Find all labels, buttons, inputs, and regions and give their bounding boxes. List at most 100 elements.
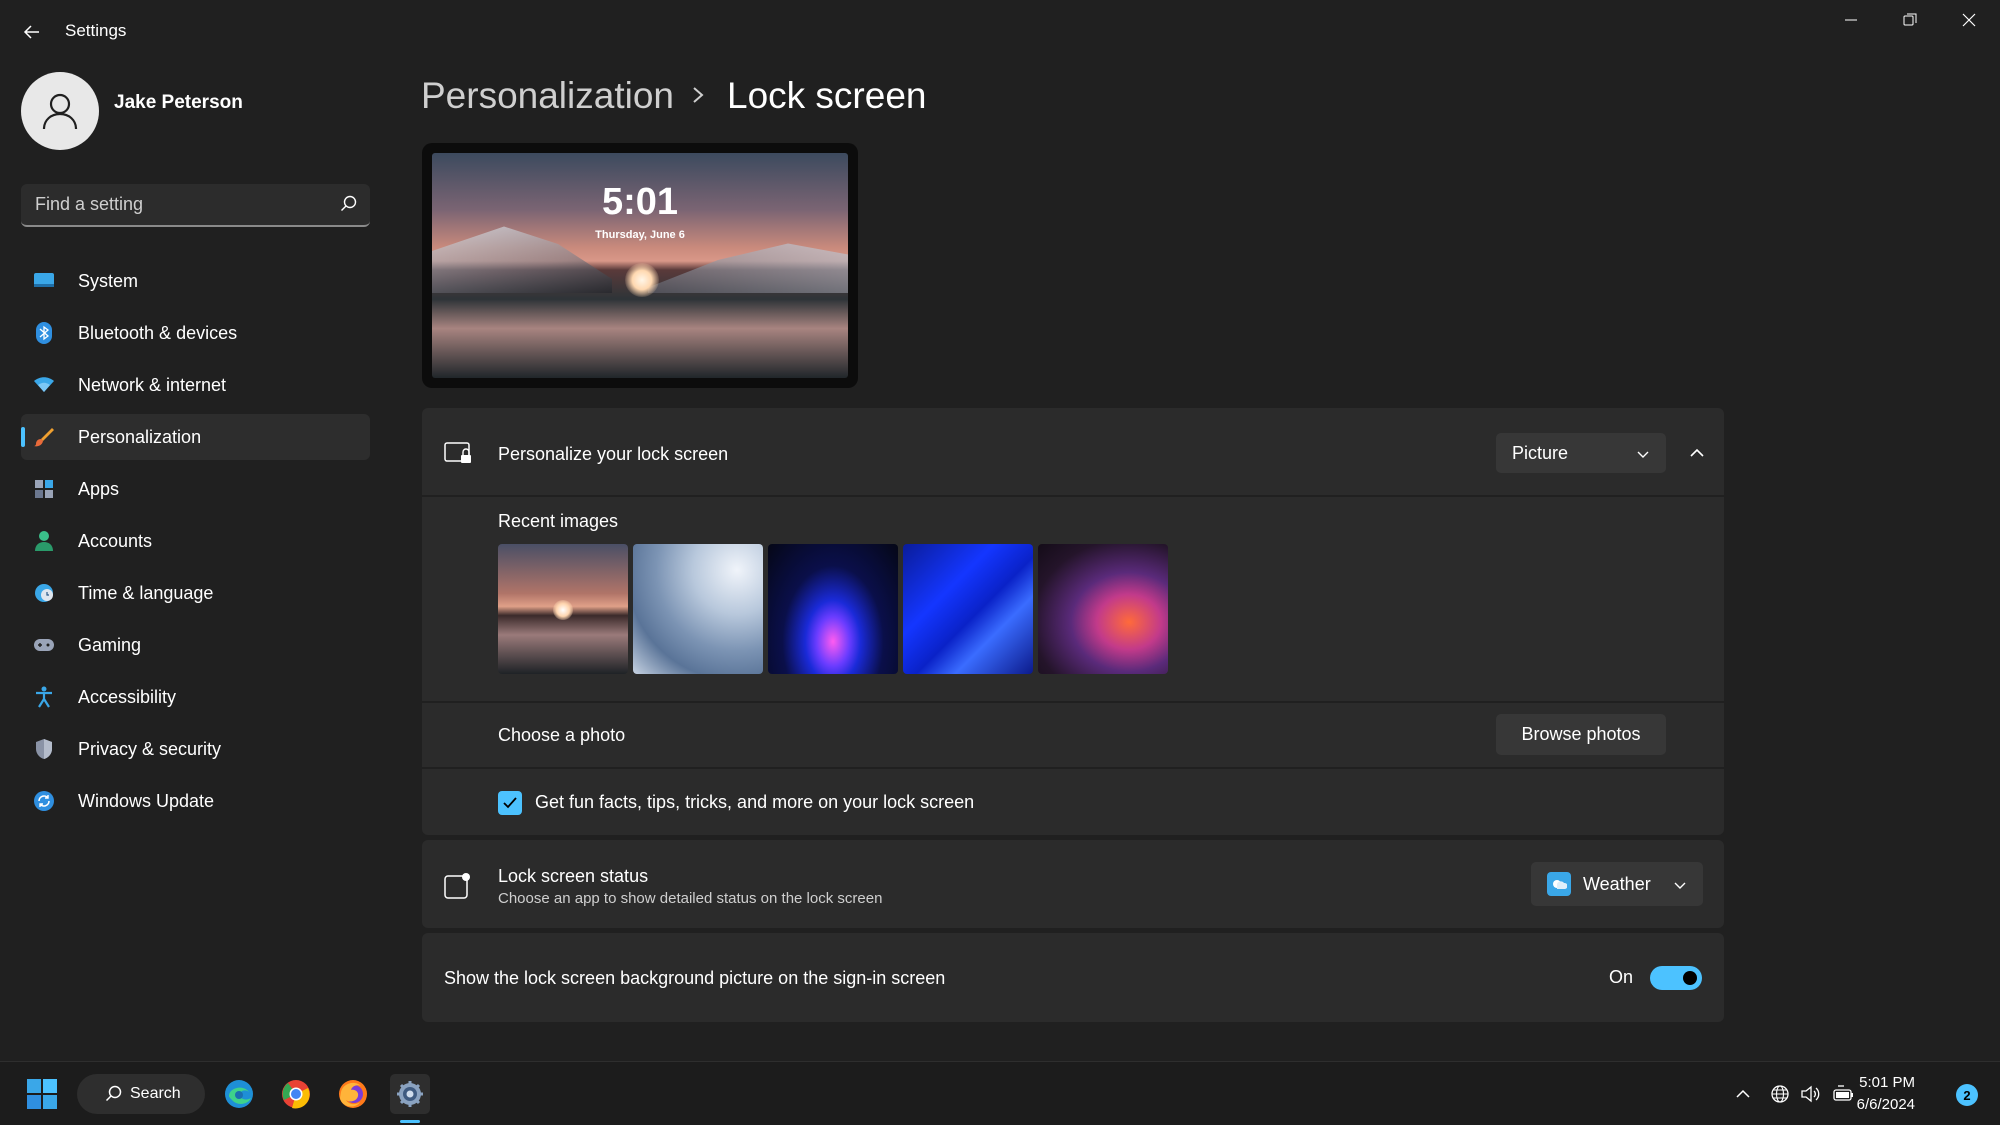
close-button[interactable] <box>1940 0 1998 40</box>
title-bar: Settings <box>0 0 2000 62</box>
taskbar-search[interactable]: Search <box>77 1074 205 1114</box>
selection-indicator <box>21 427 25 447</box>
chevron-down-icon <box>1673 878 1687 896</box>
accounts-icon <box>33 530 55 552</box>
recent-image-thumbnail[interactable] <box>903 544 1033 674</box>
chevron-down-icon <box>1636 447 1650 465</box>
collapse-button[interactable] <box>1686 442 1708 464</box>
accessibility-icon <box>33 686 55 708</box>
signin-background-row: Show the lock screen background picture … <box>422 933 1724 1022</box>
start-button[interactable] <box>22 1074 62 1114</box>
preview-image: 5:01 Thursday, June 6 <box>432 153 848 378</box>
recent-images-label: Recent images <box>498 511 619 531</box>
choose-photo-row: Choose a photo Browse photos <box>422 703 1724 767</box>
lock-screen-tips-row: Get fun facts, tips, tricks, and more on… <box>422 769 1724 835</box>
search-icon[interactable] <box>340 195 358 218</box>
chevron-up-icon[interactable] <box>1732 1083 1754 1105</box>
shield-icon <box>33 738 55 760</box>
tips-label[interactable]: Get fun facts, tips, tricks, and more on… <box>535 792 974 813</box>
sidebar-item-label: Time & language <box>78 583 214 603</box>
sidebar-item-label: Bluetooth & devices <box>78 323 238 343</box>
user-name: Jake Peterson <box>114 92 243 113</box>
recent-image-thumbnail[interactable] <box>498 544 628 674</box>
settings-search[interactable] <box>21 184 370 227</box>
sidebar-item-privacy-security[interactable]: Privacy & security <box>21 726 370 772</box>
close-icon <box>1962 13 1976 27</box>
background-type-dropdown[interactable]: Picture <box>1496 433 1666 473</box>
signin-background-toggle[interactable] <box>1650 966 1702 990</box>
dropdown-value: Weather <box>1583 874 1651 894</box>
sidebar-item-bluetooth[interactable]: Bluetooth & devices <box>21 310 370 356</box>
sidebar-item-apps[interactable]: Apps <box>21 466 370 512</box>
preview-date: Thursday, June 6 <box>595 229 685 241</box>
volume-icon[interactable] <box>1800 1083 1822 1105</box>
weather-icon <box>1547 872 1571 896</box>
search-input[interactable] <box>21 184 321 225</box>
restore-button[interactable] <box>1881 0 1939 40</box>
recent-images-section: Recent images <box>422 497 1724 701</box>
windows-logo-icon <box>27 1079 57 1109</box>
lock-screen-preview: 5:01 Thursday, June 6 <box>422 143 858 388</box>
recent-image-thumbnail[interactable] <box>633 544 763 674</box>
sidebar-item-label: Apps <box>78 479 120 499</box>
bluetooth-icon <box>33 322 55 344</box>
signin-background-label: Show the lock screen background picture … <box>444 968 946 988</box>
firefox-icon[interactable] <box>333 1074 373 1114</box>
chrome-icon[interactable] <box>276 1074 316 1114</box>
back-arrow-icon <box>23 25 39 39</box>
toggle-state-label: On <box>1608 967 1633 987</box>
breadcrumb-parent[interactable]: Personalization <box>421 75 674 117</box>
update-icon <box>33 790 55 812</box>
taskbar-search-label: Search <box>130 1085 181 1102</box>
settings-app-icon[interactable] <box>390 1074 430 1114</box>
sidebar-item-label: Accessibility <box>78 687 177 707</box>
sidebar-item-label: System <box>78 271 139 291</box>
personalize-title: Personalize your lock screen <box>498 444 729 464</box>
choose-photo-label: Choose a photo <box>498 725 626 745</box>
globe-icon[interactable] <box>1769 1083 1791 1105</box>
status-icon <box>444 871 472 904</box>
search-icon <box>105 1085 123 1108</box>
sidebar-item-time-language[interactable]: Time & language <box>21 570 370 616</box>
taskbar: Search 5:01 PM 6/6/2024 2 <box>0 1061 2000 1125</box>
browse-photos-button[interactable]: Browse photos <box>1496 714 1666 755</box>
sidebar-item-label: Privacy & security <box>78 739 222 759</box>
sidebar-item-label: Personalization <box>78 427 202 447</box>
preview-mountain <box>648 243 848 293</box>
minimize-icon <box>1845 19 1857 21</box>
minimize-button[interactable] <box>1822 0 1880 40</box>
status-app-dropdown[interactable]: Weather <box>1531 862 1703 906</box>
sidebar-item-windows-update[interactable]: Windows Update <box>21 778 370 824</box>
active-app-indicator <box>400 1120 420 1123</box>
battery-icon[interactable] <box>1832 1083 1854 1105</box>
toggle-knob <box>1683 971 1697 985</box>
page-title: Lock screen <box>727 75 927 116</box>
lock-screen-status-row: Lock screen status Choose an app to show… <box>422 840 1724 928</box>
edge-icon[interactable] <box>219 1074 259 1114</box>
personalize-lock-screen-row[interactable]: Personalize your lock screen Picture <box>422 408 1724 495</box>
avatar[interactable] <box>21 72 99 150</box>
breadcrumb-chevron-icon <box>690 85 706 110</box>
sidebar-item-network[interactable]: Network & internet <box>21 362 370 408</box>
sidebar-item-gaming[interactable]: Gaming <box>21 622 370 668</box>
app-title: Settings <box>65 21 127 40</box>
tips-checkbox[interactable] <box>498 791 522 815</box>
gear-icon <box>397 1081 423 1107</box>
taskbar-clock-date[interactable]: 6/6/2024 <box>1857 1096 1915 1113</box>
sidebar-item-accessibility[interactable]: Accessibility <box>21 674 370 720</box>
system-icon <box>33 270 55 292</box>
back-button[interactable] <box>14 14 50 50</box>
recent-image-thumbnail[interactable] <box>768 544 898 674</box>
sidebar-item-label: Accounts <box>78 531 153 551</box>
recent-image-thumbnail[interactable] <box>1038 544 1168 674</box>
sidebar-item-personalization[interactable]: Personalization <box>21 414 370 460</box>
lock-screen-icon <box>444 441 474 472</box>
status-subtitle: Choose an app to show detailed status on… <box>498 890 883 907</box>
preview-sun <box>625 263 659 297</box>
taskbar-clock-time[interactable]: 5:01 PM <box>1859 1074 1915 1091</box>
sidebar-item-label: Network & internet <box>78 375 227 395</box>
person-icon <box>42 93 78 130</box>
sidebar-item-accounts[interactable]: Accounts <box>21 518 370 564</box>
notification-badge[interactable]: 2 <box>1956 1084 1978 1106</box>
sidebar-item-system[interactable]: System <box>21 258 370 304</box>
